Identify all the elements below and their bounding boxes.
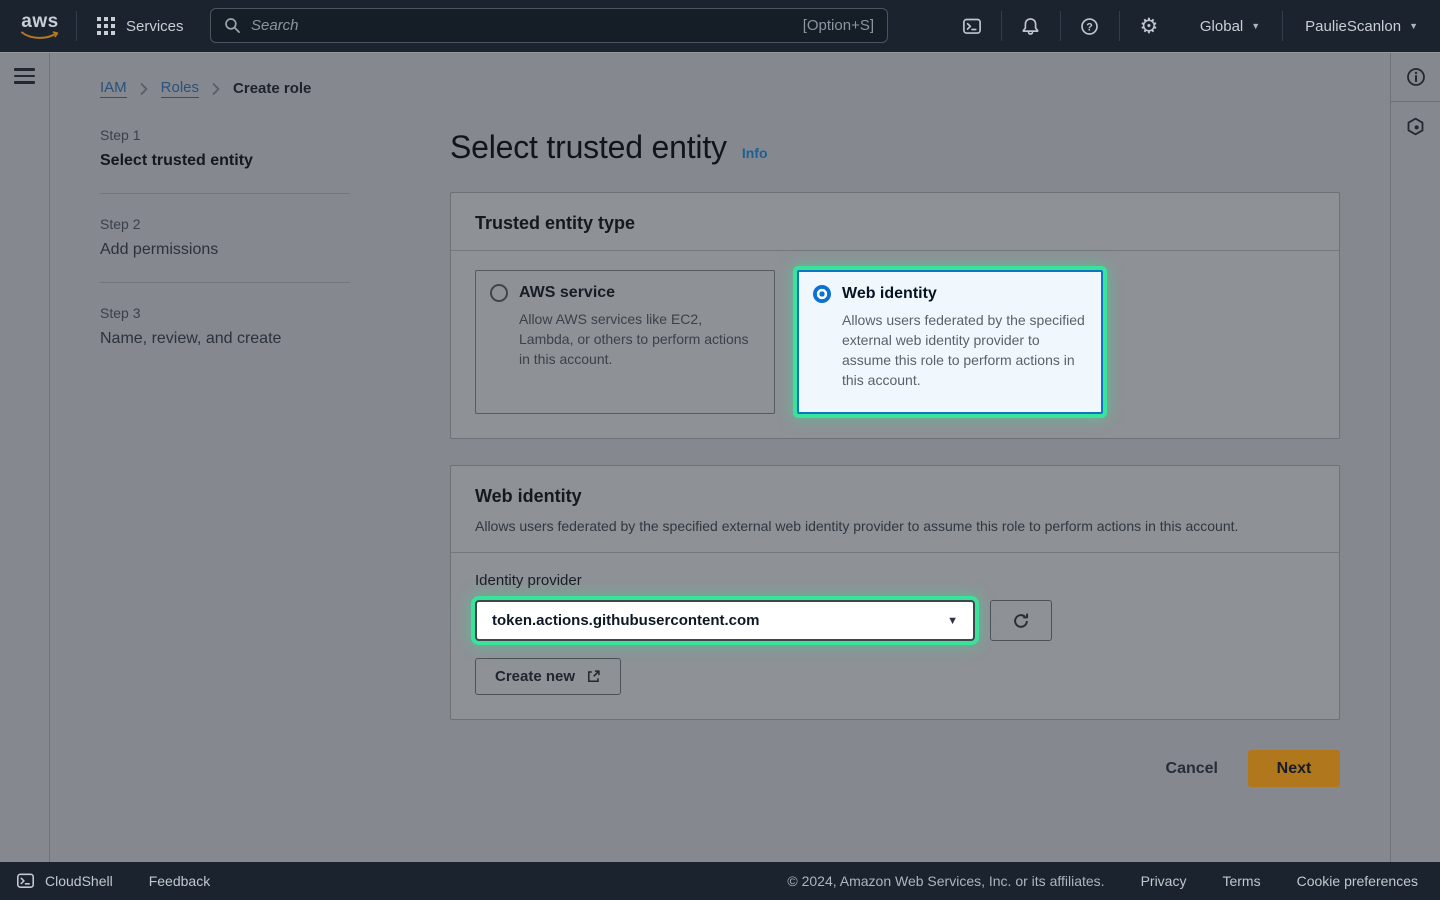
aws-logo-text: aws [21,13,58,31]
help-button[interactable]: ? [1061,0,1119,52]
hamburger-menu-button[interactable] [14,68,35,88]
page-title: Select trusted entity [450,129,727,166]
radio-unchecked-icon[interactable] [490,284,508,302]
region-label: Global [1200,18,1243,35]
terms-link[interactable]: Terms [1222,873,1260,889]
breadcrumb: IAM Roles Create role [100,79,311,98]
refresh-icon [1012,612,1030,630]
option-title: AWS service [519,284,615,302]
step-title: Select trusted entity [100,152,350,170]
terminal-icon [16,872,35,890]
account-menu[interactable]: PaulieScanlon ▼ [1283,0,1440,52]
radio-checked-icon[interactable] [813,285,831,303]
step-title: Add permissions [100,241,350,259]
cloudshell-button[interactable] [943,0,1001,52]
breadcrumb-iam-link[interactable]: IAM [100,79,127,98]
wizard-actions: Cancel Next [450,750,1340,787]
grid-icon [97,17,115,35]
cloudshell-label: CloudShell [45,873,113,889]
caret-down-icon: ▼ [947,615,958,627]
external-link-icon [586,669,601,684]
resources-panel-button[interactable] [1391,102,1440,151]
search-shortcut-hint: [Option+S] [803,17,874,34]
step-divider [100,282,350,283]
web-identity-option-tile[interactable]: Web identity Allows users federated by t… [797,270,1103,414]
chevron-down-icon: ▼ [1409,21,1418,31]
option-description: Allows users federated by the specified … [842,310,1087,390]
web-identity-card: Web identity Allows users federated by t… [450,465,1340,720]
identity-provider-select[interactable]: token.actions.githubusercontent.com ▼ [475,600,975,641]
notifications-button[interactable] [1002,0,1060,52]
region-selector[interactable]: Global ▼ [1178,0,1282,52]
trusted-entity-card: Trusted entity type AWS service Allow AW… [450,192,1340,439]
feedback-link[interactable]: Feedback [149,873,210,889]
identity-provider-label: Identity provider [475,572,1315,589]
bell-icon [1021,17,1040,36]
footer-bar: CloudShell Feedback © 2024, Amazon Web S… [0,862,1440,900]
step-title: Name, review, and create [100,330,350,348]
account-name: PaulieScanlon [1305,18,1401,35]
cancel-button[interactable]: Cancel [1166,760,1218,778]
create-new-button[interactable]: Create new [475,658,621,695]
search-input[interactable]: Search [Option+S] [210,8,888,43]
privacy-link[interactable]: Privacy [1141,873,1187,889]
info-panel-button[interactable] [1391,53,1440,102]
step-divider [100,193,350,194]
breadcrumb-current: Create role [233,80,311,97]
search-placeholder: Search [251,17,793,34]
top-nav-bar: aws Services Search [Option+S] [0,0,1440,52]
hexagon-icon [1406,117,1425,136]
wizard-step-3: Step 3 Name, review, and create [100,305,350,348]
refresh-button[interactable] [990,600,1052,641]
chevron-right-icon [212,83,220,95]
wizard-steps-nav: Step 1 Select trusted entity Step 2 Add … [100,127,350,348]
main-content: Select trusted entity Info Trusted entit… [450,129,1340,787]
search-icon [224,17,241,34]
breadcrumb-roles-link[interactable]: Roles [161,79,199,98]
step-number-label: Step 2 [100,216,350,232]
card-title: Trusted entity type [475,213,1315,234]
option-title: Web identity [842,285,937,303]
aws-logo[interactable]: aws [20,13,60,40]
step-number-label: Step 3 [100,305,350,321]
copyright-text: © 2024, Amazon Web Services, Inc. or its… [787,873,1104,889]
left-rail [0,53,50,862]
svg-text:?: ? [1087,21,1094,33]
cookie-preferences-link[interactable]: Cookie preferences [1297,873,1418,889]
option-description: Allow AWS services like EC2, Lambda, or … [519,309,760,369]
footer-cloudshell-button[interactable]: CloudShell [16,872,113,890]
aws-service-option-tile[interactable]: AWS service Allow AWS services like EC2,… [475,270,775,414]
info-circle-icon [1406,67,1426,87]
card-description: Allows users federated by the specified … [475,516,1275,536]
next-button[interactable]: Next [1248,750,1340,787]
chevron-down-icon: ▼ [1251,21,1260,31]
info-link[interactable]: Info [742,145,768,161]
question-icon: ? [1080,17,1099,36]
wizard-step-1: Step 1 Select trusted entity [100,127,350,170]
gear-icon: ⚙ [1139,16,1158,37]
aws-smile-icon [20,31,60,40]
content-region: IAM Roles Create role Step 1 Select trus… [0,52,1440,862]
services-label: Services [126,18,184,35]
chevron-right-icon [140,83,148,95]
terminal-icon [962,17,982,36]
wizard-step-2: Step 2 Add permissions [100,216,350,259]
create-new-label: Create new [495,668,575,685]
identity-provider-value: token.actions.githubusercontent.com [492,612,760,629]
step-number-label: Step 1 [100,127,350,143]
card-title: Web identity [475,486,1315,507]
settings-button[interactable]: ⚙ [1120,0,1178,52]
services-menu-button[interactable]: Services [77,17,204,35]
right-rail [1390,53,1440,862]
